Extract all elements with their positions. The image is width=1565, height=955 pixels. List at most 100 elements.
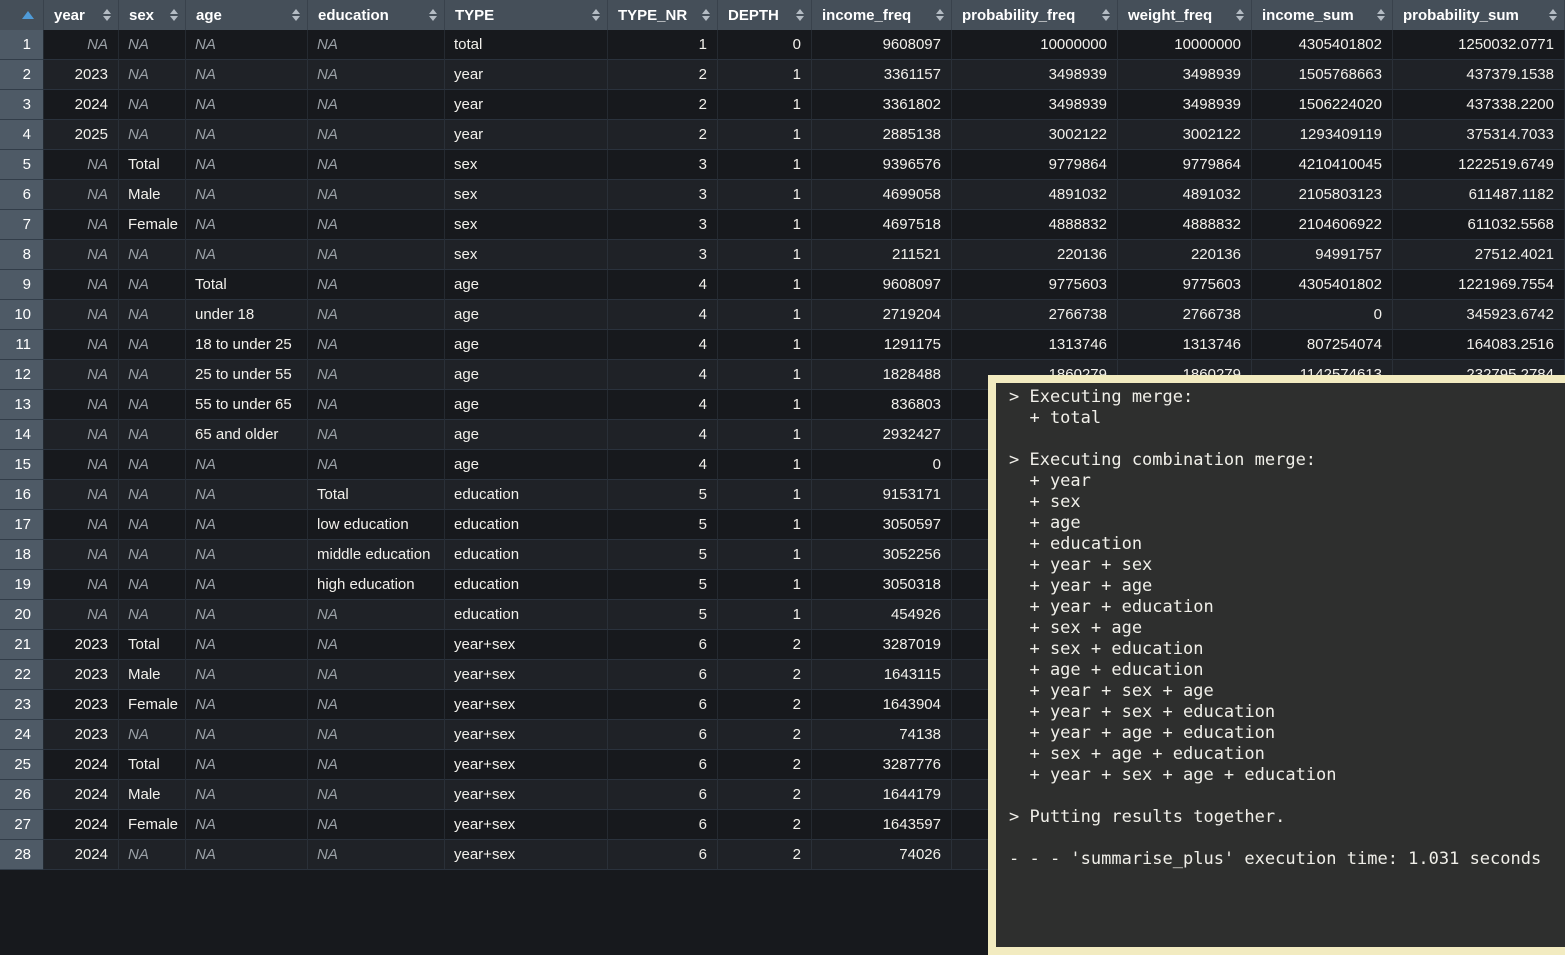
sort-down-icon — [103, 16, 111, 21]
column-label: age — [196, 7, 222, 24]
cell-TYPE_NR: 5 — [608, 540, 718, 570]
row-number: 14 — [0, 420, 44, 450]
row-number: 5 — [0, 150, 44, 180]
table-row: 32024NANANAyear2133618023498939349893915… — [0, 90, 1565, 120]
cell-year: NA — [44, 300, 119, 330]
cell-income_sum: 4305401802 — [1252, 30, 1393, 60]
sort-toggle-icon[interactable] — [170, 9, 178, 21]
sort-up-icon — [429, 9, 437, 14]
cell-income_sum: 94991757 — [1252, 240, 1393, 270]
column-header-rownum[interactable] — [0, 0, 44, 30]
cell-year: NA — [44, 150, 119, 180]
sort-toggle-icon[interactable] — [292, 9, 300, 21]
row-number: 9 — [0, 270, 44, 300]
sort-toggle-icon[interactable] — [429, 9, 437, 21]
console-panel[interactable]: > Executing merge: + total > Executing c… — [988, 375, 1565, 955]
row-number: 12 — [0, 360, 44, 390]
column-header-weight_freq[interactable]: weight_freq — [1118, 0, 1252, 30]
cell-age: NA — [186, 840, 308, 870]
cell-sex: Total — [119, 150, 186, 180]
row-number: 19 — [0, 570, 44, 600]
cell-year: 2023 — [44, 690, 119, 720]
cell-TYPE: year+sex — [445, 660, 608, 690]
column-header-TYPE[interactable]: TYPE — [445, 0, 608, 30]
sort-up-icon — [796, 9, 804, 14]
cell-income_sum: 807254074 — [1252, 330, 1393, 360]
sort-toggle-icon[interactable] — [936, 9, 944, 21]
cell-DEPTH: 1 — [718, 480, 812, 510]
cell-DEPTH: 2 — [718, 750, 812, 780]
column-header-year[interactable]: year — [44, 0, 119, 30]
cell-education: NA — [308, 420, 445, 450]
cell-income_freq: 9153171 — [812, 480, 952, 510]
cell-income_sum: 1293409119 — [1252, 120, 1393, 150]
sort-toggle-icon[interactable] — [1236, 9, 1244, 21]
column-header-age[interactable]: age — [186, 0, 308, 30]
column-header-probability_sum[interactable]: probability_sum — [1393, 0, 1565, 30]
column-header-sex[interactable]: sex — [119, 0, 186, 30]
cell-sex: Total — [119, 630, 186, 660]
column-header-DEPTH[interactable]: DEPTH — [718, 0, 812, 30]
cell-probability_freq: 3498939 — [952, 60, 1118, 90]
cell-DEPTH: 0 — [718, 30, 812, 60]
row-number: 26 — [0, 780, 44, 810]
cell-TYPE_NR: 3 — [608, 240, 718, 270]
cell-DEPTH: 1 — [718, 210, 812, 240]
cell-income_sum: 4210410045 — [1252, 150, 1393, 180]
column-header-income_freq[interactable]: income_freq — [812, 0, 952, 30]
sort-toggle-icon[interactable] — [592, 9, 600, 21]
row-number: 11 — [0, 330, 44, 360]
cell-age: NA — [186, 210, 308, 240]
sort-up-icon — [1102, 9, 1110, 14]
cell-year: NA — [44, 270, 119, 300]
cell-income_freq: 4697518 — [812, 210, 952, 240]
column-header-income_sum[interactable]: income_sum — [1252, 0, 1393, 30]
column-header-probability_freq[interactable]: probability_freq — [952, 0, 1118, 30]
cell-income_freq: 74138 — [812, 720, 952, 750]
cell-age: NA — [186, 750, 308, 780]
cell-TYPE_NR: 2 — [608, 60, 718, 90]
cell-age: NA — [186, 660, 308, 690]
table-row: 6NAMaleNANAsex31469905848910324891032210… — [0, 180, 1565, 210]
sort-down-icon — [1377, 16, 1385, 21]
sort-down-icon — [1236, 16, 1244, 21]
cell-age: NA — [186, 450, 308, 480]
cell-year: NA — [44, 570, 119, 600]
sort-down-icon — [1549, 16, 1557, 21]
cell-TYPE: education — [445, 570, 608, 600]
cell-TYPE: age — [445, 300, 608, 330]
row-number: 25 — [0, 750, 44, 780]
sort-toggle-icon[interactable] — [1549, 9, 1557, 21]
cell-income_sum: 0 — [1252, 300, 1393, 330]
cell-sex: Female — [119, 210, 186, 240]
cell-year: NA — [44, 180, 119, 210]
cell-probability_freq: 9779864 — [952, 150, 1118, 180]
cell-TYPE_NR: 4 — [608, 270, 718, 300]
cell-age: NA — [186, 240, 308, 270]
cell-probability_freq: 3498939 — [952, 90, 1118, 120]
cell-DEPTH: 2 — [718, 690, 812, 720]
cell-TYPE_NR: 6 — [608, 840, 718, 870]
column-header-education[interactable]: education — [308, 0, 445, 30]
cell-probability_freq: 9775603 — [952, 270, 1118, 300]
sort-toggle-icon[interactable] — [796, 9, 804, 21]
cell-TYPE: education — [445, 480, 608, 510]
sort-toggle-icon[interactable] — [103, 9, 111, 21]
cell-DEPTH: 2 — [718, 720, 812, 750]
column-header-TYPE_NR[interactable]: TYPE_NR — [608, 0, 718, 30]
cell-age: NA — [186, 30, 308, 60]
cell-sex: NA — [119, 420, 186, 450]
row-number: 15 — [0, 450, 44, 480]
sort-toggle-icon[interactable] — [702, 9, 710, 21]
cell-income_freq: 1291175 — [812, 330, 952, 360]
cell-year: 2023 — [44, 720, 119, 750]
cell-income_freq: 2719204 — [812, 300, 952, 330]
cell-TYPE: age — [445, 330, 608, 360]
cell-TYPE: age — [445, 270, 608, 300]
sort-toggle-icon[interactable] — [1102, 9, 1110, 21]
cell-TYPE_NR: 6 — [608, 690, 718, 720]
cell-TYPE: age — [445, 390, 608, 420]
sort-ascending-icon[interactable] — [22, 11, 34, 19]
cell-probability_freq: 220136 — [952, 240, 1118, 270]
sort-toggle-icon[interactable] — [1377, 9, 1385, 21]
